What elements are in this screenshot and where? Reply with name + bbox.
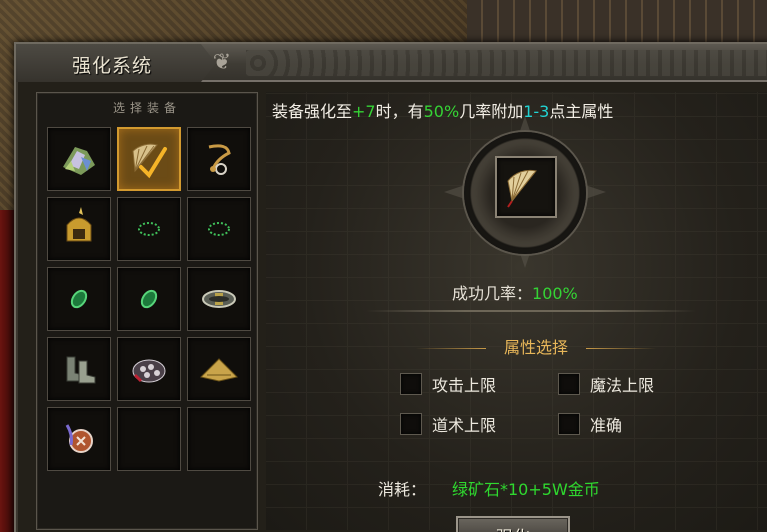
enhance-panel: 装备强化至+7时，有50%几率附加1-3点主属性 成功几率：100% 属性选择 … [266,92,767,532]
belt-icon [202,290,236,308]
taoism-checkbox[interactable] [400,413,422,435]
attr-option-attack[interactable]: 攻击上限 [400,372,496,396]
fan-icon [132,143,167,179]
accuracy-label: 准确 [590,416,623,435]
attr-option-magic[interactable]: 魔法上限 [558,372,654,396]
target-equipment-slot[interactable] [495,156,557,218]
bracelet-icon [208,222,230,236]
attribute-title: 属性选择 [503,338,568,357]
equipment-panel-header: 选择装备 [112,101,181,115]
divider [366,310,696,312]
accuracy-checkbox[interactable] [558,413,580,435]
taoism-label: 道术上限 [432,416,497,435]
equipment-slot[interactable] [187,197,251,261]
equipment-slot-empty[interactable] [187,407,251,471]
enhance-level: +7 [352,102,376,121]
fan-icon [507,169,537,208]
magic-checkbox[interactable] [558,373,580,395]
attribute-section-header: 属性选择 [416,336,656,360]
success-rate-value: 100% [532,284,578,303]
equipment-slot[interactable] [47,407,111,471]
success-rate: 成功几率：100% [452,280,578,304]
titlebar[interactable]: 强化系统 ❦ [16,44,767,82]
enhance-window: 强化系统 ❦ 选择装备 装备强化至+7时，有50%几率附加1-3点主属性 成功几… [14,42,767,532]
building-roof [467,0,767,48]
equipment-slot[interactable] [47,197,111,261]
window-title: 强化系统 [72,55,153,77]
magic-label: 魔法上限 [590,376,655,395]
ornament-line-left [416,348,486,349]
equipment-slot[interactable] [187,127,251,191]
desc-mid1: 时，有 [375,102,424,121]
side-hud-strip [0,210,14,532]
equipment-slot[interactable] [117,267,181,331]
medal-icon [65,424,93,453]
helmet-icon [66,207,92,242]
enhance-button[interactable]: 强化 [456,516,570,532]
cost-label: 消耗： [378,480,427,499]
attr-option-taoism[interactable]: 道术上限 [400,412,496,436]
desc-prefix: 装备强化至 [272,102,353,121]
equipment-slot-selected[interactable] [117,127,181,191]
success-rate-label: 成功几率： [452,284,533,303]
titlebar-pattern [246,50,767,76]
equipment-slot-empty[interactable] [117,407,181,471]
necklace-icon [208,144,231,175]
bracelet-icon [138,222,160,236]
equipment-grid [47,127,253,471]
equipment-slot[interactable] [187,267,251,331]
equipment-slot[interactable] [47,127,111,191]
hat-icon [200,358,238,382]
attack-label: 攻击上限 [432,376,497,395]
boots-icon [66,356,96,384]
equipment-slot[interactable] [187,337,251,401]
scroll-ornament-icon: ❦ [212,50,232,75]
equipment-panel: 选择装备 [36,92,258,530]
equipment-slot[interactable] [117,197,181,261]
jade-ring-icon [140,289,158,309]
attr-option-accuracy[interactable]: 准确 [558,412,622,436]
attack-checkbox[interactable] [400,373,422,395]
cost-value: 绿矿石*10+5W金币 [452,480,600,499]
equipment-slot[interactable] [47,337,111,401]
ornament-line-right [586,348,656,349]
jade-ring-icon [70,289,88,309]
equipment-slot[interactable] [117,337,181,401]
gem-cluster-icon [63,147,95,175]
equipment-slot[interactable] [47,267,111,331]
armor-icon [132,359,166,383]
